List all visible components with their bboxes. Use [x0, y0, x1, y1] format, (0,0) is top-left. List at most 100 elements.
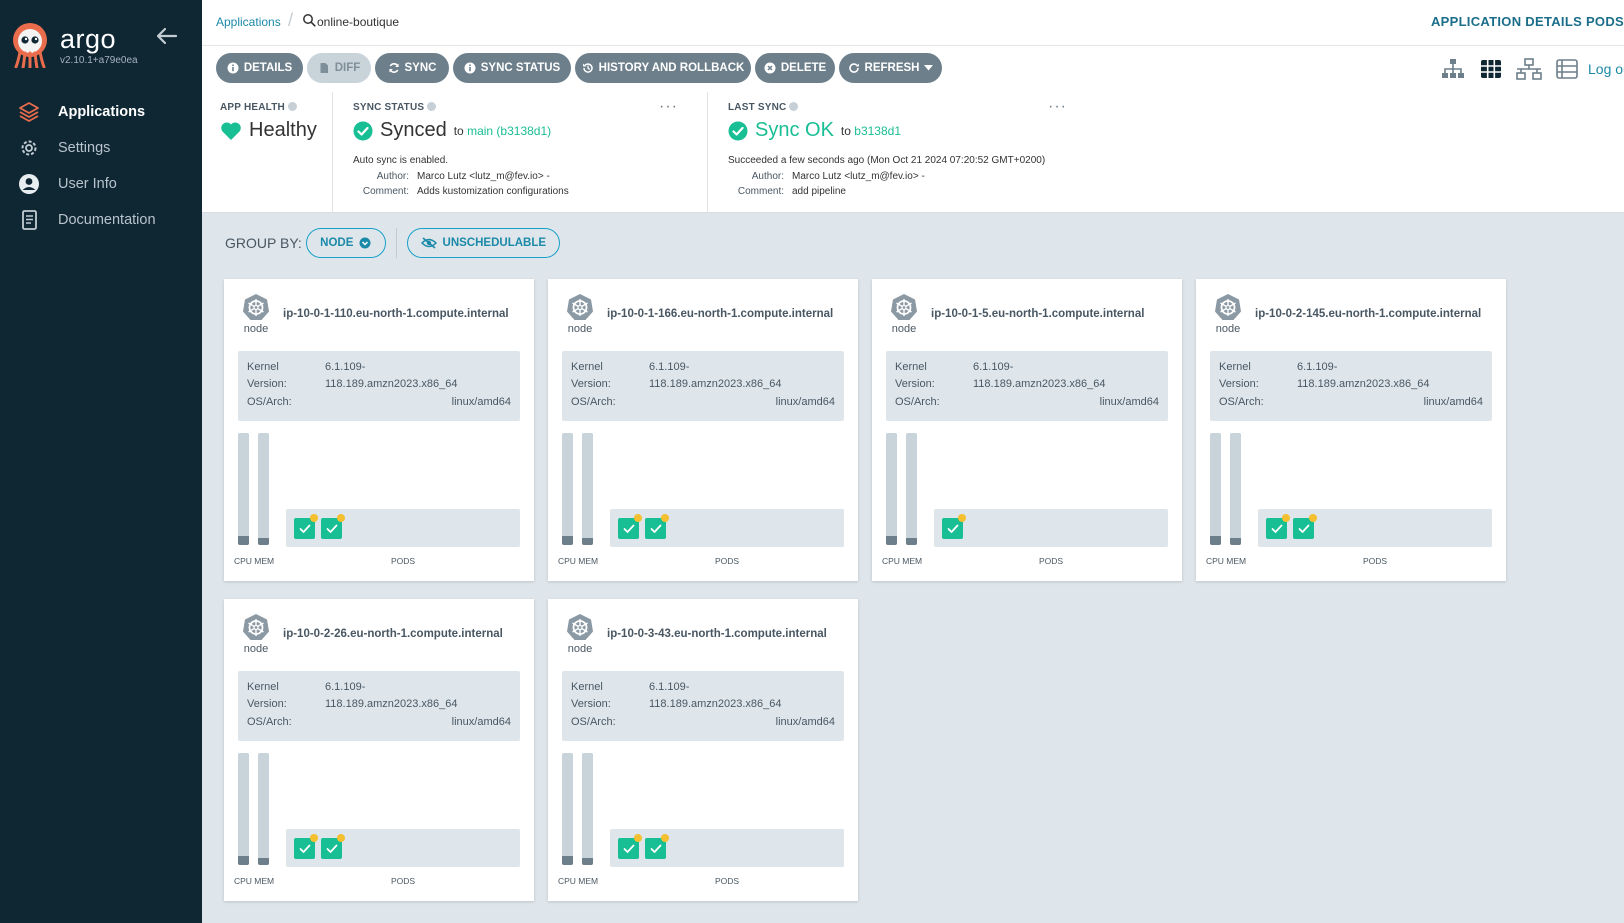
last-sync-value: Sync OK [755, 119, 834, 141]
check-icon [326, 524, 337, 533]
sync-status-value: Synced [380, 119, 447, 141]
node-name: ip-10-0-3-43.eu-north-1.compute.internal [607, 628, 827, 640]
eye-slash-icon [420, 237, 437, 249]
file-icon [318, 62, 330, 74]
node-type-label: node [891, 323, 917, 335]
history-and-rollback-button[interactable]: HISTORY AND ROLLBACK [575, 53, 751, 83]
network-view-icon[interactable] [1516, 57, 1542, 81]
help-icon[interactable] [789, 102, 799, 111]
pods-label: PODS [390, 876, 416, 886]
check-icon [326, 844, 337, 853]
memory-usage-fill [582, 858, 593, 865]
pod-pending-dot [1282, 514, 1290, 522]
last-sync-author: Author: Marco Lutz <lutz_m@fev.io> - [751, 171, 925, 182]
delete-label: DELETE [780, 62, 827, 74]
sync-status-more-button[interactable]: ··· [659, 98, 678, 116]
sync-status-button[interactable]: SYNC STATUS [453, 53, 571, 83]
refresh-button[interactable]: REFRESH [839, 53, 942, 83]
sidebar-item-documentation[interactable]: Documentation [0, 202, 202, 238]
delete-button[interactable]: DELETE [755, 53, 835, 83]
list-view-icon[interactable] [1554, 57, 1580, 81]
sync-target-link[interactable]: main (b3138d1) [467, 124, 551, 138]
pod-status-healthy[interactable] [321, 514, 345, 539]
help-icon[interactable] [287, 102, 297, 111]
application-status-panel: APP HEALTH Healthy SYNC STATUS ··· Synce… [202, 92, 1624, 213]
memory-usage-bar [258, 433, 269, 545]
pod-pending-dot [337, 514, 345, 522]
app-health-value: Healthy [249, 119, 317, 141]
group-by-node-button[interactable]: NODE [305, 228, 386, 258]
pods-label: PODS [1362, 556, 1388, 566]
cpu-mem-label: CPU MEM [234, 556, 275, 566]
pod-status-healthy[interactable] [645, 514, 669, 539]
sidebar-item-settings[interactable]: Settings [0, 130, 202, 166]
cpu-mem-label: CPU MEM [1206, 556, 1247, 566]
cpu-usage-fill [238, 856, 249, 865]
sidebar-item-user-info[interactable]: User Info [0, 166, 202, 202]
sync-button[interactable]: SYNC [375, 53, 449, 83]
pod-status-healthy[interactable] [618, 514, 642, 539]
kernel-row: Kernel 6.1.109- [571, 361, 690, 373]
logout-link[interactable]: Log out [1588, 61, 1624, 77]
sync-status-block: SYNC STATUS ··· Synced to main (b3138d1)… [332, 92, 694, 213]
check-icon [1298, 524, 1309, 533]
search-icon[interactable] [302, 13, 316, 27]
version-row: Version: 118.189.amzn2023.x86_64 [247, 378, 458, 390]
node-type-label: node [243, 643, 269, 655]
breadcrumb-app-name[interactable]: online-boutique [317, 15, 399, 29]
node-type-label: node [567, 643, 593, 655]
osarch-row: OS/Arch: linux/amd64 [895, 396, 1159, 408]
last-sync-more-button[interactable]: ··· [1048, 98, 1067, 116]
tree-view-icon[interactable] [1440, 57, 1466, 81]
sync-status-label: SYNC STATUS [480, 62, 561, 74]
pod-status-healthy[interactable] [1266, 514, 1290, 539]
pod-status-healthy[interactable] [294, 834, 318, 859]
pod-pending-dot [337, 834, 345, 842]
sync-author: Author: Marco Lutz <lutz_m@fev.io> - [376, 171, 550, 182]
pod-status-healthy[interactable] [942, 514, 966, 539]
pods-grid-view-icon[interactable] [1478, 57, 1504, 81]
chevron-circle-down-icon [359, 237, 371, 249]
pods-area [610, 509, 844, 547]
arrow-left-icon[interactable] [156, 26, 178, 46]
pod-status-healthy[interactable] [294, 514, 318, 539]
pod-status-healthy[interactable] [321, 834, 345, 859]
kubernetes-node-icon [243, 614, 269, 640]
sidebar-item-label: Applications [58, 104, 146, 120]
last-sync-target-link[interactable]: b3138d1 [854, 124, 901, 138]
kernel-row: Kernel 6.1.109- [895, 361, 1014, 373]
node-info-panel: Kernel 6.1.109- Version: 118.189.amzn2023.… [238, 351, 520, 421]
info-icon [464, 62, 476, 74]
pod-status-healthy[interactable] [645, 834, 669, 859]
history-icon [582, 62, 594, 74]
unschedulable-label: UNSCHEDULABLE [442, 237, 547, 249]
details-button[interactable]: DETAILS [216, 53, 303, 83]
sync-icon [388, 62, 400, 74]
unschedulable-toggle-button[interactable]: UNSCHEDULABLE [406, 228, 560, 258]
node-name: ip-10-0-1-110.eu-north-1.compute.interna… [283, 308, 509, 320]
osarch-row: OS/Arch: linux/amd64 [247, 716, 511, 728]
pod-pending-dot [958, 514, 966, 522]
refresh-label: REFRESH [864, 62, 920, 74]
pod-status-healthy[interactable] [618, 834, 642, 859]
sync-label: SYNC [404, 62, 437, 74]
group-by-bar: GROUP BY: NODE UNSCHEDULABLE [225, 228, 560, 258]
breadcrumb-applications[interactable]: Applications [216, 15, 281, 29]
pod-pending-dot [634, 834, 642, 842]
cpu-usage-bar [1210, 433, 1221, 545]
times-circle-icon [764, 62, 776, 74]
sidebar-item-label: User Info [58, 176, 117, 192]
check-icon [947, 524, 958, 533]
view-switcher: Log out [1428, 56, 1624, 82]
user-circle-icon [18, 173, 40, 195]
pod-status-healthy[interactable] [1293, 514, 1317, 539]
help-icon[interactable] [427, 102, 437, 111]
check-circle-icon [728, 121, 748, 140]
kubernetes-node-icon [243, 294, 269, 320]
kernel-row: Kernel 6.1.109- [247, 681, 366, 693]
pods-area [1258, 509, 1492, 547]
diff-button[interactable]: DIFF [307, 53, 371, 83]
sidebar-item-applications[interactable]: Applications [0, 94, 202, 130]
node-card: node ip-10-0-2-145.eu-north-1.compute.in… [1196, 279, 1506, 581]
osarch-row: OS/Arch: linux/amd64 [571, 716, 835, 728]
